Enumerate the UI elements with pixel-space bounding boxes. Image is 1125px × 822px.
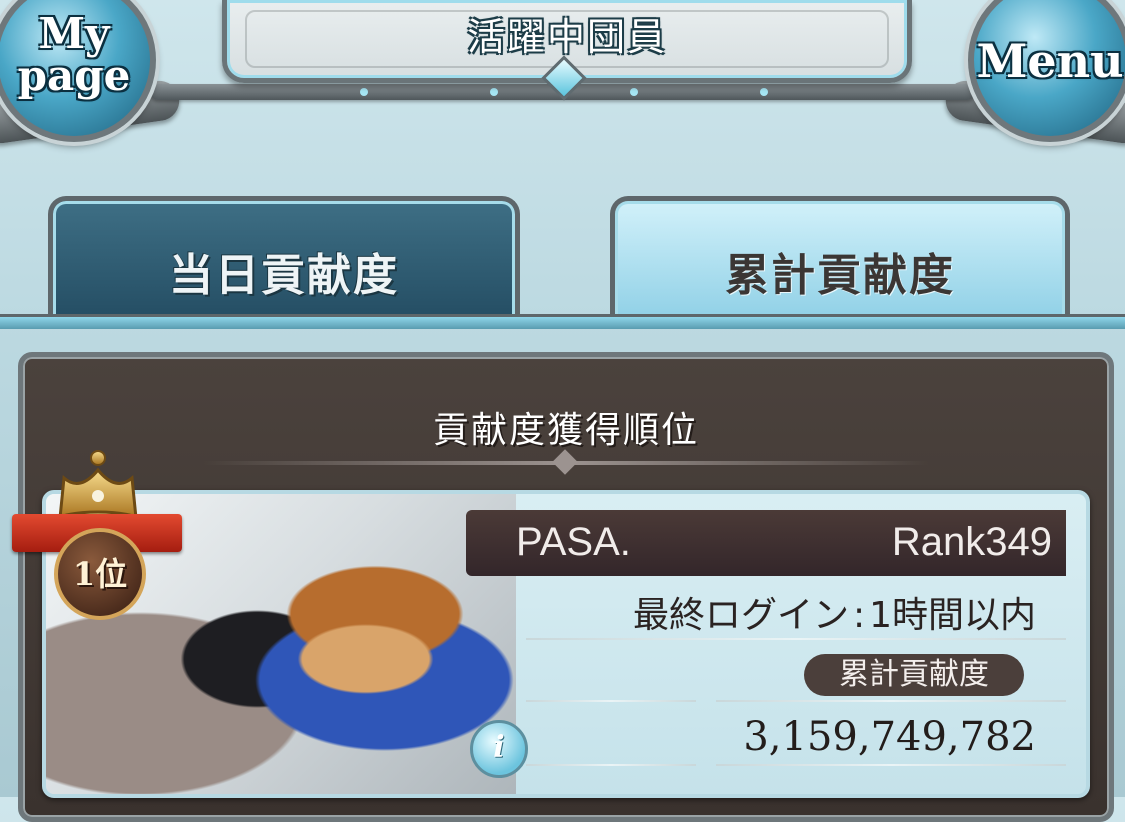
menu-label: Menu — [976, 34, 1124, 88]
mypage-label-line1: My — [38, 9, 110, 58]
tab-total-label: 累計貢献度 — [725, 250, 955, 301]
tabs-base-bar — [0, 314, 1125, 329]
top-header: 活躍中団員 My page Menu — [0, 0, 1125, 150]
place-badge: 1位 — [54, 528, 146, 620]
info-icon[interactable]: i — [470, 720, 528, 778]
mypage-label-line2: page — [17, 51, 131, 100]
tab-total-contribution[interactable]: 累計貢献度 — [610, 196, 1070, 321]
last-login-separator: : — [852, 595, 866, 636]
total-contribution-value: 3,159,749,782 — [743, 714, 1036, 760]
ornament-dot — [360, 88, 368, 96]
divider-gem-icon — [552, 449, 578, 475]
last-login-value: 1時間以内 — [869, 595, 1036, 636]
tab-daily-label: 当日貢献度 — [169, 250, 399, 301]
row-divider — [716, 700, 1066, 702]
ornament-dot — [490, 88, 498, 96]
row-divider — [716, 764, 1066, 766]
tab-daily-contribution[interactable]: 当日貢献度 — [48, 196, 520, 321]
total-contribution-badge: 累計貢献度 — [804, 654, 1024, 696]
last-login-label: 最終ログイン — [632, 595, 849, 636]
last-login-row: 最終ログイン:1時間以内 — [566, 586, 1036, 638]
row-divider — [526, 700, 696, 702]
row-divider — [526, 764, 696, 766]
player-name: PASA. — [516, 520, 631, 564]
panel-title: 貢献度獲得順位 — [432, 410, 699, 451]
row-divider — [526, 638, 1066, 640]
name-bar: PASA. Rank349 — [466, 510, 1066, 576]
ornament-dot — [630, 88, 638, 96]
ornament-dot — [760, 88, 768, 96]
member-card[interactable]: i PASA. Rank349 最終ログイン:1時間以内 累計貢献度 3,159… — [42, 490, 1090, 798]
player-rank: Rank349 — [891, 520, 1052, 564]
page-title: 活躍中団員 — [466, 15, 667, 59]
